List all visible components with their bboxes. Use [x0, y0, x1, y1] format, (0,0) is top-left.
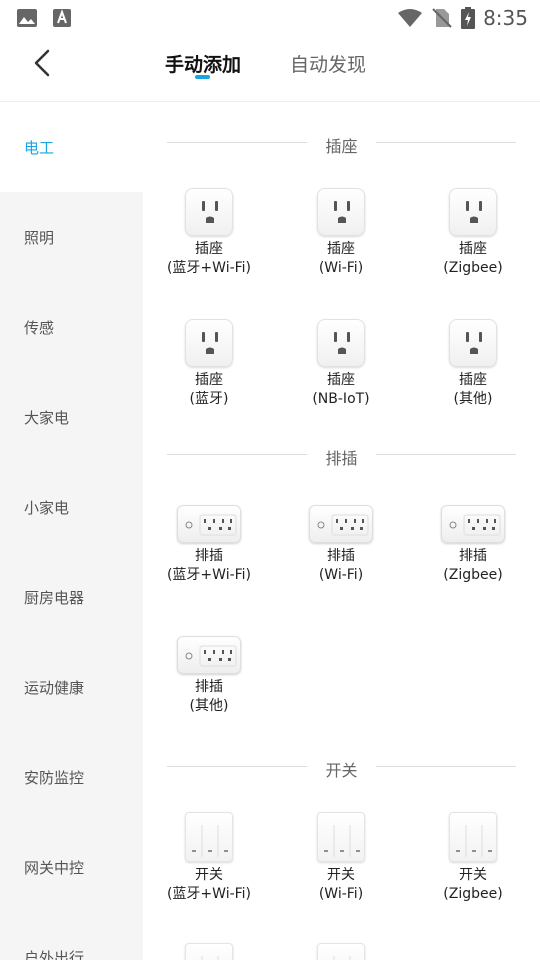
device-strip-ble-wifi[interactable]: 排插 (蓝牙+Wi-Fi)	[154, 500, 264, 585]
device-strip-wifi[interactable]: 排插 (Wi-Fi)	[286, 500, 396, 585]
device-protocol: (Zigbee)	[443, 567, 503, 583]
sidebar-item-lighting[interactable]: 照明	[0, 192, 143, 282]
device-protocol: (Wi-Fi)	[318, 886, 364, 902]
sidebar-item-security[interactable]: 安防监控	[0, 732, 143, 822]
device-protocol: (Zigbee)	[443, 886, 503, 902]
sidebar-item-label: 安防监控	[24, 768, 85, 787]
socket-icon	[317, 188, 365, 236]
power-strip-icon	[177, 636, 241, 674]
wifi-icon	[398, 9, 423, 27]
device-socket-wifi[interactable]: 插座 (Wi-Fi)	[286, 188, 396, 278]
device-name: 排插	[459, 548, 487, 564]
device-socket-other[interactable]: 插座 (其他)	[418, 319, 528, 409]
font-icon	[53, 9, 71, 27]
device-name: 插座	[327, 372, 355, 388]
device-switch-partial[interactable]	[154, 943, 264, 960]
sidebar-item-label: 户外出行	[24, 948, 85, 960]
section-title: 插座	[325, 137, 358, 156]
section-header-switch: 开关	[167, 757, 516, 780]
clock-time: 8:35	[483, 6, 528, 30]
device-strip-zigbee[interactable]: 排插 (Zigbee)	[418, 500, 528, 585]
socket-icon	[185, 188, 233, 236]
sidebar-item-fitness[interactable]: 运动健康	[0, 642, 143, 732]
sidebar-item-label: 厨房电器	[24, 588, 85, 607]
device-switch-ble-wifi[interactable]: 开关 (蓝牙+Wi-Fi)	[154, 812, 264, 904]
wall-switch-icon	[449, 812, 497, 862]
device-name: 插座	[459, 241, 487, 257]
device-name: 开关	[459, 867, 487, 883]
back-arrow-icon[interactable]	[26, 46, 60, 80]
power-strip-icon	[441, 505, 505, 543]
tab-manual-add[interactable]: 手动添加	[165, 50, 241, 77]
power-strip-icon	[177, 505, 241, 543]
divider	[376, 766, 516, 767]
device-name: 插座	[327, 241, 355, 257]
sidebar-item-label: 运动健康	[24, 678, 85, 697]
device-socket-zigbee[interactable]: 插座 (Zigbee)	[418, 188, 528, 278]
device-name: 插座	[195, 241, 223, 257]
section-title: 开关	[325, 761, 358, 780]
sidebar-item-kitchen[interactable]: 厨房电器	[0, 552, 143, 642]
section-title: 排插	[325, 449, 358, 468]
sidebar-item-label: 小家电	[24, 498, 70, 517]
sidebar-item-label: 照明	[24, 228, 55, 247]
device-socket-nbiot[interactable]: 插座 (NB-IoT)	[286, 319, 396, 409]
sidebar-item-outdoor[interactable]: 户外出行	[0, 912, 143, 960]
device-name: 插座	[459, 372, 487, 388]
device-protocol: (蓝牙+Wi-Fi)	[166, 260, 252, 276]
no-sim-icon	[432, 8, 452, 28]
device-protocol: (NB-IoT)	[312, 391, 370, 407]
device-protocol: (其他)	[453, 391, 493, 407]
sidebar-item-label: 传感	[24, 318, 55, 337]
divider	[376, 454, 516, 455]
device-protocol: (蓝牙)	[189, 391, 229, 407]
device-socket-ble[interactable]: 插座 (蓝牙)	[154, 319, 264, 409]
sidebar-item-large-appliances[interactable]: 大家电	[0, 372, 143, 462]
sidebar-item-label: 网关中控	[24, 858, 85, 877]
device-protocol: (蓝牙+Wi-Fi)	[166, 567, 252, 583]
sidebar-item-electrician[interactable]: 电工	[0, 102, 143, 192]
socket-icon	[317, 319, 365, 367]
active-tab-indicator	[195, 75, 210, 79]
device-switch-zigbee[interactable]: 开关 (Zigbee)	[418, 812, 528, 904]
socket-icon	[185, 319, 233, 367]
section-header-socket: 插座	[167, 133, 516, 156]
device-switch-wifi[interactable]: 开关 (Wi-Fi)	[286, 812, 396, 904]
image-icon	[17, 9, 37, 27]
sidebar-item-small-appliances[interactable]: 小家电	[0, 462, 143, 552]
status-bar: 8:35	[0, 0, 540, 36]
sidebar-item-gateway[interactable]: 网关中控	[0, 822, 143, 912]
wall-switch-icon	[317, 812, 365, 862]
wall-switch-icon	[185, 812, 233, 862]
divider	[376, 142, 516, 143]
device-socket-ble-wifi[interactable]: 插座 (蓝牙+Wi-Fi)	[154, 188, 264, 278]
device-protocol: (蓝牙+Wi-Fi)	[166, 886, 252, 902]
top-header: 手动添加 自动发现	[0, 36, 540, 102]
device-name: 排插	[195, 679, 223, 695]
device-name: 插座	[195, 372, 223, 388]
power-strip-icon	[309, 505, 373, 543]
wall-switch-icon	[317, 943, 365, 960]
battery-charging-icon	[461, 7, 476, 29]
sidebar-item-sensors[interactable]: 传感	[0, 282, 143, 372]
device-protocol: (Zigbee)	[443, 260, 503, 276]
category-sidebar: 电工 照明 传感 大家电 小家电 厨房电器 运动健康 安防监控 网关中控 户外出…	[0, 102, 143, 960]
device-name: 排插	[195, 548, 223, 564]
tab-auto-discover[interactable]: 自动发现	[290, 50, 366, 77]
sidebar-item-label: 电工	[24, 138, 55, 157]
wall-switch-icon	[185, 943, 233, 960]
device-protocol: (Wi-Fi)	[318, 260, 364, 276]
device-protocol: (其他)	[189, 698, 229, 714]
socket-icon	[449, 319, 497, 367]
device-name: 排插	[327, 548, 355, 564]
device-name: 开关	[327, 867, 355, 883]
section-header-power-strip: 排插	[167, 445, 516, 468]
sidebar-item-label: 大家电	[24, 408, 70, 427]
device-protocol: (Wi-Fi)	[318, 567, 364, 583]
device-switch-partial[interactable]	[286, 943, 396, 960]
socket-icon	[449, 188, 497, 236]
device-strip-other[interactable]: 排插 (其他)	[154, 631, 264, 716]
device-list: 插座 插座 (蓝牙+Wi-Fi) 插座 (Wi-Fi) 插座 (Zigbee) …	[143, 102, 540, 960]
device-name: 开关	[195, 867, 223, 883]
